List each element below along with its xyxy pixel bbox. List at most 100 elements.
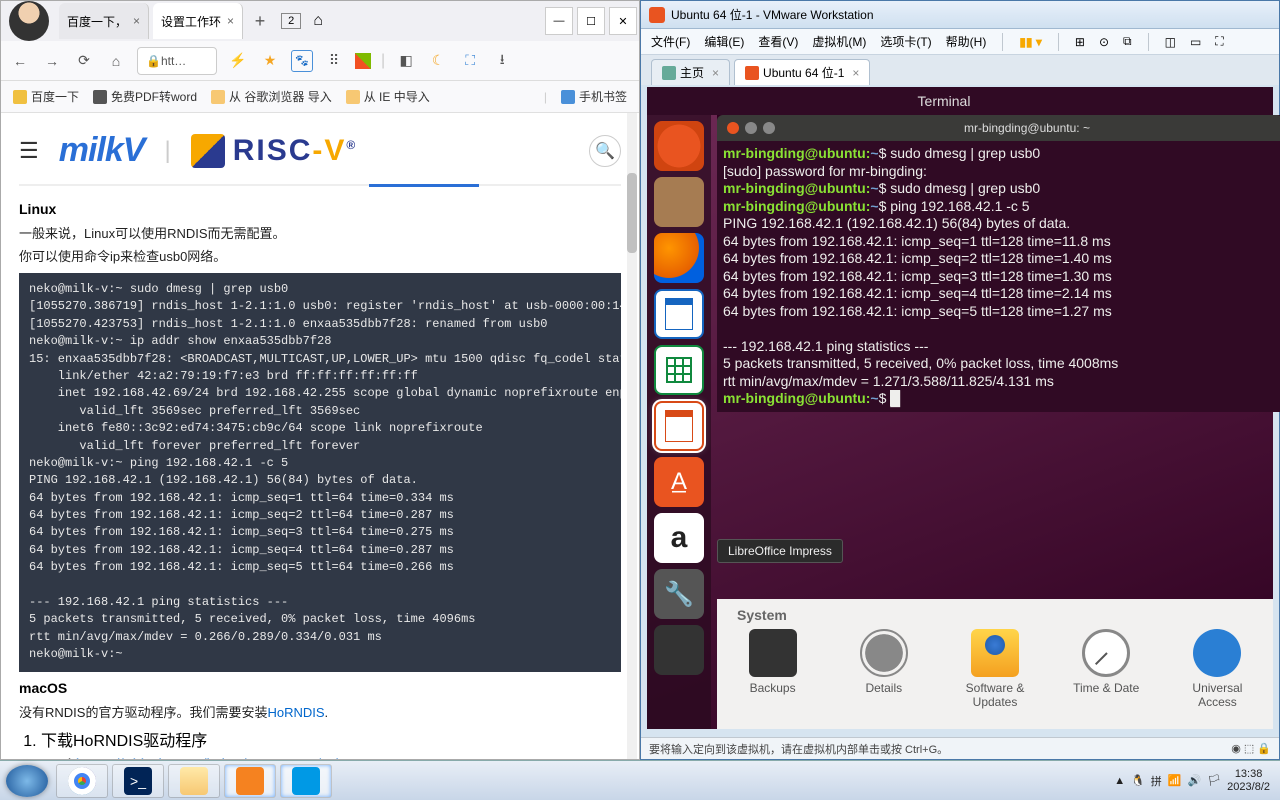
tab-ubuntu[interactable]: Ubuntu 64 位-1 × (734, 59, 870, 85)
status-icons[interactable]: ◉ ⬚ 🔒 (1231, 742, 1271, 755)
customize-icon[interactable]: ⌂ (313, 12, 323, 30)
tab-home[interactable]: 主页 × (651, 59, 730, 85)
github-link[interactable]: https://github.com/jwise/HoRNDIS/release… (76, 757, 382, 759)
grid-icon[interactable] (355, 53, 371, 69)
bookmark-star-icon[interactable]: ★ (259, 50, 281, 72)
clock-icon (1082, 629, 1130, 677)
writer-icon[interactable] (654, 289, 704, 339)
details-icon (860, 629, 908, 677)
riscv-logo: RISC-V® (191, 134, 358, 168)
forward-button[interactable]: → (41, 50, 63, 72)
firefox-titlebar: 百度一下， × 设置工作环 × + 2 ⌂ — ☐ ✕ (1, 1, 639, 41)
new-tab-button[interactable]: + (245, 11, 275, 32)
settings-software[interactable]: Software & Updates (959, 629, 1030, 709)
terminal-titlebar[interactable]: mr-bingding@ubuntu: ~ (717, 115, 1280, 141)
firefox-icon[interactable] (654, 233, 704, 283)
paw-icon[interactable]: 🐾 (291, 50, 313, 72)
macos-heading: macOS (19, 680, 621, 696)
settings-backups[interactable]: Backups (737, 629, 808, 709)
fullscreen-icon[interactable]: ⛶ (1215, 34, 1223, 49)
ubuntu-desktop[interactable]: Terminal A̲ a 🔧 LibreOffice Impress mr-b… (647, 87, 1273, 729)
tray-network-icon[interactable]: 📶 (1168, 774, 1182, 787)
taskbar-powershell[interactable]: >_ (112, 764, 164, 798)
menu-vm[interactable]: 虚拟机(M) (812, 33, 866, 50)
unity-icon[interactable]: ◫ (1165, 35, 1176, 49)
tab-counter[interactable]: 2 (281, 13, 301, 29)
sidebar-icon[interactable]: ◧ (395, 50, 417, 72)
menu-tabs[interactable]: 选项卡(T) (880, 33, 931, 50)
bookmark-item[interactable]: 手机书签 (561, 88, 627, 105)
system-tray[interactable]: ▲ 🐧 拼 📶 🔊 🏳 13:38 2023/8/2 (1104, 768, 1280, 793)
settings-time[interactable]: Time & Date (1071, 629, 1142, 709)
maximize-button[interactable]: ☐ (577, 7, 605, 35)
back-button[interactable]: ← (9, 50, 31, 72)
files-icon[interactable] (654, 177, 704, 227)
close-icon[interactable]: × (227, 14, 234, 28)
bookmark-item[interactable]: 百度一下 (13, 88, 79, 105)
amazon-icon[interactable]: a (654, 513, 704, 563)
taskbar-vmware[interactable] (224, 764, 276, 798)
taskbar-chrome[interactable] (56, 764, 108, 798)
milkv-logo[interactable]: milkV (59, 131, 145, 170)
bookmark-folder[interactable]: 从 谷歌浏览器 导入 (211, 88, 332, 105)
search-button[interactable]: 🔍 (589, 135, 621, 167)
snapshot-manager-icon[interactable]: ⧉ (1123, 34, 1132, 49)
system-heading: System (737, 607, 1253, 623)
horndis-link[interactable]: HoRNDIS (267, 705, 324, 720)
bookmark-folder[interactable]: 从 IE 中导入 (346, 88, 430, 105)
hamburger-icon[interactable]: ☰ (19, 138, 39, 164)
menu-help[interactable]: 帮助(H) (946, 33, 987, 50)
lightning-icon[interactable]: ⚡ (227, 50, 249, 72)
riscv-mark-icon (191, 134, 225, 168)
scrollbar[interactable] (627, 113, 637, 759)
menu-edit[interactable]: 编辑(E) (704, 33, 744, 50)
impress-icon[interactable] (654, 401, 704, 451)
window-close-icon[interactable] (727, 122, 739, 134)
screenshot-icon[interactable]: ⛶ (459, 50, 481, 72)
window-min-icon[interactable] (745, 122, 757, 134)
close-icon[interactable]: × (133, 14, 140, 28)
tab-label: 设置工作环 (161, 13, 221, 30)
snapshot-icon[interactable]: ⊙ (1099, 35, 1109, 49)
terminal-window[interactable]: mr-bingding@ubuntu: ~ mr-bingding@ubuntu… (717, 115, 1280, 412)
settings-access[interactable]: Universal Access (1182, 629, 1253, 709)
window-max-icon[interactable] (763, 122, 775, 134)
more-icon[interactable] (654, 625, 704, 675)
tab-baidu[interactable]: 百度一下， × (59, 3, 149, 39)
dash-icon[interactable] (654, 121, 704, 171)
send-ctrl-alt-del-icon[interactable]: ⊞ (1075, 35, 1085, 49)
settings-icon[interactable]: 🔧 (654, 569, 704, 619)
close-icon[interactable]: × (712, 66, 719, 80)
profile-avatar[interactable] (9, 1, 49, 41)
moon-icon[interactable]: ☾ (427, 50, 449, 72)
menu-file[interactable]: 文件(F) (651, 33, 690, 50)
url-bar[interactable]: 🔒 htt… (137, 47, 217, 75)
minimize-button[interactable]: — (545, 7, 573, 35)
backup-icon (749, 629, 797, 677)
bookmark-item[interactable]: 免费PDF转word (93, 88, 197, 105)
menu-view[interactable]: 查看(V) (758, 33, 798, 50)
menu-dots-icon[interactable]: ⠿ (323, 50, 345, 72)
tray-qq-icon[interactable]: 🐧 (1131, 774, 1145, 787)
tray-flag-icon[interactable]: 🏳 (1207, 774, 1221, 787)
tray-input-icon[interactable]: 拼 (1151, 773, 1162, 789)
home-icon (662, 66, 676, 80)
thumbnail-icon[interactable]: ▭ (1190, 35, 1201, 49)
tab-active[interactable]: 设置工作环 × (153, 3, 243, 39)
start-button[interactable] (6, 765, 48, 797)
home-button[interactable]: ⌂ (105, 50, 127, 72)
settings-details[interactable]: Details (848, 629, 919, 709)
pause-button[interactable]: ▮▮ ▾ (1019, 35, 1042, 49)
software-icon[interactable]: A̲ (654, 457, 704, 507)
taskbar-clock[interactable]: 13:38 2023/8/2 (1227, 768, 1270, 793)
taskbar-phone[interactable] (280, 764, 332, 798)
terminal-body[interactable]: mr-bingding@ubuntu:~$ sudo dmesg | grep … (717, 141, 1280, 412)
close-icon[interactable]: × (852, 66, 859, 80)
close-button[interactable]: ✕ (609, 7, 637, 35)
reload-button[interactable]: ⟳ (73, 50, 95, 72)
download-icon[interactable]: ⭳ (491, 50, 513, 72)
taskbar-explorer[interactable] (168, 764, 220, 798)
tray-icon[interactable]: ▲ (1114, 775, 1125, 787)
calc-icon[interactable] (654, 345, 704, 395)
tray-volume-icon[interactable]: 🔊 (1188, 774, 1202, 787)
